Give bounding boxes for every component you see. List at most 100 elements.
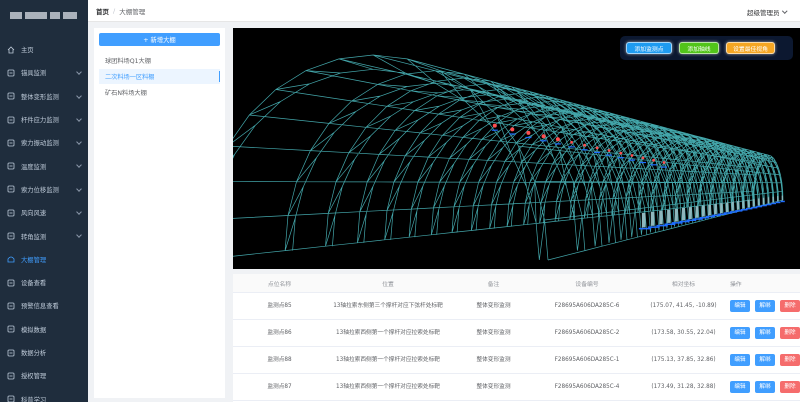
monitor-point-marker[interactable]	[630, 154, 634, 157]
monitor-point-marker[interactable]	[607, 149, 611, 152]
monitor-point-marker[interactable]	[662, 161, 666, 164]
sidebar-item[interactable]: 整体变形监测	[0, 85, 88, 108]
edit-button[interactable]: 编辑	[730, 381, 750, 393]
sensor-marker[interactable]	[737, 201, 740, 210]
sensor-marker[interactable]	[708, 204, 711, 216]
sensor-marker[interactable]	[772, 196, 774, 203]
breadcrumb-home[interactable]: 首页	[96, 6, 109, 16]
sensor-marker[interactable]	[659, 210, 663, 225]
sensor-marker[interactable]	[695, 206, 699, 218]
sidebar-item[interactable]: 授权管理	[0, 364, 88, 387]
column-header: 相对坐标	[671, 281, 696, 288]
sensor-marker[interactable]	[747, 199, 750, 208]
point-name-cell: 监测点87	[267, 384, 292, 390]
remark-cell: 整体变形监测	[476, 357, 511, 363]
sidebar-item[interactable]: 索力振动监测	[0, 131, 88, 154]
shed-list-panel: + 新增大棚 球团料场Q1大棚 二次料场一区料棚 矿石N料场大棚	[94, 28, 225, 398]
sensor-marker[interactable]	[742, 200, 745, 209]
delete-button[interactable]: 删除	[780, 354, 800, 366]
sidebar-item[interactable]: 科普学习	[0, 387, 88, 402]
add-shed-button[interactable]: + 新增大棚	[99, 33, 220, 46]
edit-button[interactable]: 编辑	[730, 300, 750, 312]
sensor-base	[647, 226, 660, 228]
monitor-point-marker[interactable]	[510, 127, 515, 132]
sensor-marker[interactable]	[650, 211, 655, 226]
sidebar-item[interactable]: 锚具监测	[0, 61, 88, 84]
monitor-point-marker[interactable]	[570, 140, 573, 144]
sidebar-item[interactable]: 风向风速	[0, 201, 88, 224]
sensor-marker[interactable]	[641, 213, 646, 228]
add-axis-button[interactable]: 添加轴线	[679, 42, 719, 54]
sidebar-item[interactable]: 索力位移监测	[0, 178, 88, 201]
sensor-marker[interactable]	[667, 209, 671, 223]
truss-model-canvas[interactable]	[233, 28, 800, 269]
sensor-marker[interactable]	[757, 198, 760, 206]
monitor-point-marker[interactable]	[526, 130, 531, 135]
sidebar-item[interactable]: 温度监测	[0, 154, 88, 177]
sidebar-item[interactable]: 预警信息查看	[0, 294, 88, 317]
sensor-marker[interactable]	[752, 199, 755, 207]
add-monitor-point-button[interactable]: 添加监测点	[626, 42, 672, 54]
set-best-view-button[interactable]: 设置最佳视角	[726, 42, 775, 54]
unbind-button[interactable]: 解绑	[755, 354, 775, 366]
shed-item[interactable]: 矿石N料场大棚	[99, 85, 220, 100]
sensor-marker[interactable]	[781, 195, 783, 201]
sidebar-item[interactable]: 主页	[0, 38, 88, 61]
monitor-point-marker[interactable]	[541, 134, 546, 139]
sensor-marker[interactable]	[714, 203, 717, 215]
sensor-marker[interactable]	[720, 203, 723, 214]
auth-icon	[7, 372, 15, 380]
sensor-marker[interactable]	[681, 208, 685, 221]
user-menu[interactable]: 超级管理员	[747, 7, 787, 17]
sidebar-item-label: 大棚管理	[21, 256, 47, 264]
sidebar-item[interactable]: 大棚管理	[0, 248, 88, 271]
sidebar-item-label: 锚具监测	[21, 70, 47, 78]
edit-button[interactable]: 编辑	[730, 354, 750, 366]
monitor-point-marker[interactable]	[595, 146, 599, 150]
monitor-point-marker[interactable]	[641, 156, 645, 160]
sensor-marker[interactable]	[762, 197, 765, 205]
sidebar-item-label: 授权管理	[21, 373, 47, 381]
sidebar-item-label: 设备查看	[21, 280, 47, 288]
point-name-cell: 监测点86	[267, 330, 292, 336]
sensor-base	[756, 205, 763, 208]
shed-item-selected[interactable]: 二次料场一区料棚	[99, 69, 220, 84]
sensor-marker[interactable]	[767, 197, 770, 204]
sensor-marker[interactable]	[701, 205, 705, 217]
sensor-marker[interactable]	[674, 208, 678, 222]
monitor-point-marker[interactable]	[583, 143, 586, 147]
delete-button[interactable]: 删除	[780, 300, 800, 312]
sidebar-item[interactable]: 转角监测	[0, 224, 88, 247]
sidebar-item[interactable]: 模拟数据	[0, 318, 88, 341]
sensor-marker[interactable]	[731, 201, 734, 211]
breadcrumb: 首页 / 大棚管理	[96, 6, 145, 16]
sensor-marker[interactable]	[688, 207, 692, 219]
sensor-marker[interactable]	[777, 196, 779, 202]
remark-cell: 整体变形监测	[476, 303, 511, 309]
monitor-point-marker[interactable]	[555, 137, 560, 142]
monitor-point-marker[interactable]	[652, 158, 655, 162]
3d-model-viewer[interactable]: 添加监测点 添加轴线 设置最佳视角	[233, 28, 800, 269]
unbind-button[interactable]: 解绑	[755, 327, 775, 339]
monitor-point-marker[interactable]	[492, 123, 497, 128]
edit-button[interactable]: 编辑	[730, 327, 750, 339]
row-actions: 编辑 解绑 删除	[730, 300, 800, 312]
delete-button[interactable]: 删除	[780, 327, 800, 339]
delete-button[interactable]: 删除	[780, 381, 800, 393]
table-row: 监测点87 13轴拉索西侧第一个撑杆对应拉索处标靶 整体变形监测 F28695A606…	[233, 374, 800, 401]
sidebar-item[interactable]: 设备查看	[0, 271, 88, 294]
table-row: 监测点88 13轴拉索西侧第一个撑杆对应拉索处标靶 整体变形监测 F28695A606…	[233, 347, 800, 374]
chevron-down-icon	[76, 92, 82, 99]
unbind-button[interactable]: 解绑	[755, 381, 775, 393]
coordinates-cell: (175.07, 41.45, -10.89)	[650, 303, 717, 309]
column-header: 操作	[730, 281, 742, 288]
device-id-cell: F28695A606DA285C-2	[554, 330, 620, 336]
sidebar-item[interactable]: 杆件应力监测	[0, 108, 88, 131]
shed-item[interactable]: 球团料场Q1大棚	[99, 53, 220, 68]
coordinates-cell: (173.49, 31.28, 32.88)	[651, 384, 716, 390]
monitor-point-marker[interactable]	[619, 151, 623, 155]
unbind-button[interactable]: 解绑	[755, 300, 775, 312]
sensor-marker[interactable]	[725, 202, 729, 213]
sidebar-item[interactable]: 数据分析	[0, 341, 88, 364]
location-cell: 13轴拉索西侧第一个撑杆对应拉索处标靶	[336, 330, 440, 336]
